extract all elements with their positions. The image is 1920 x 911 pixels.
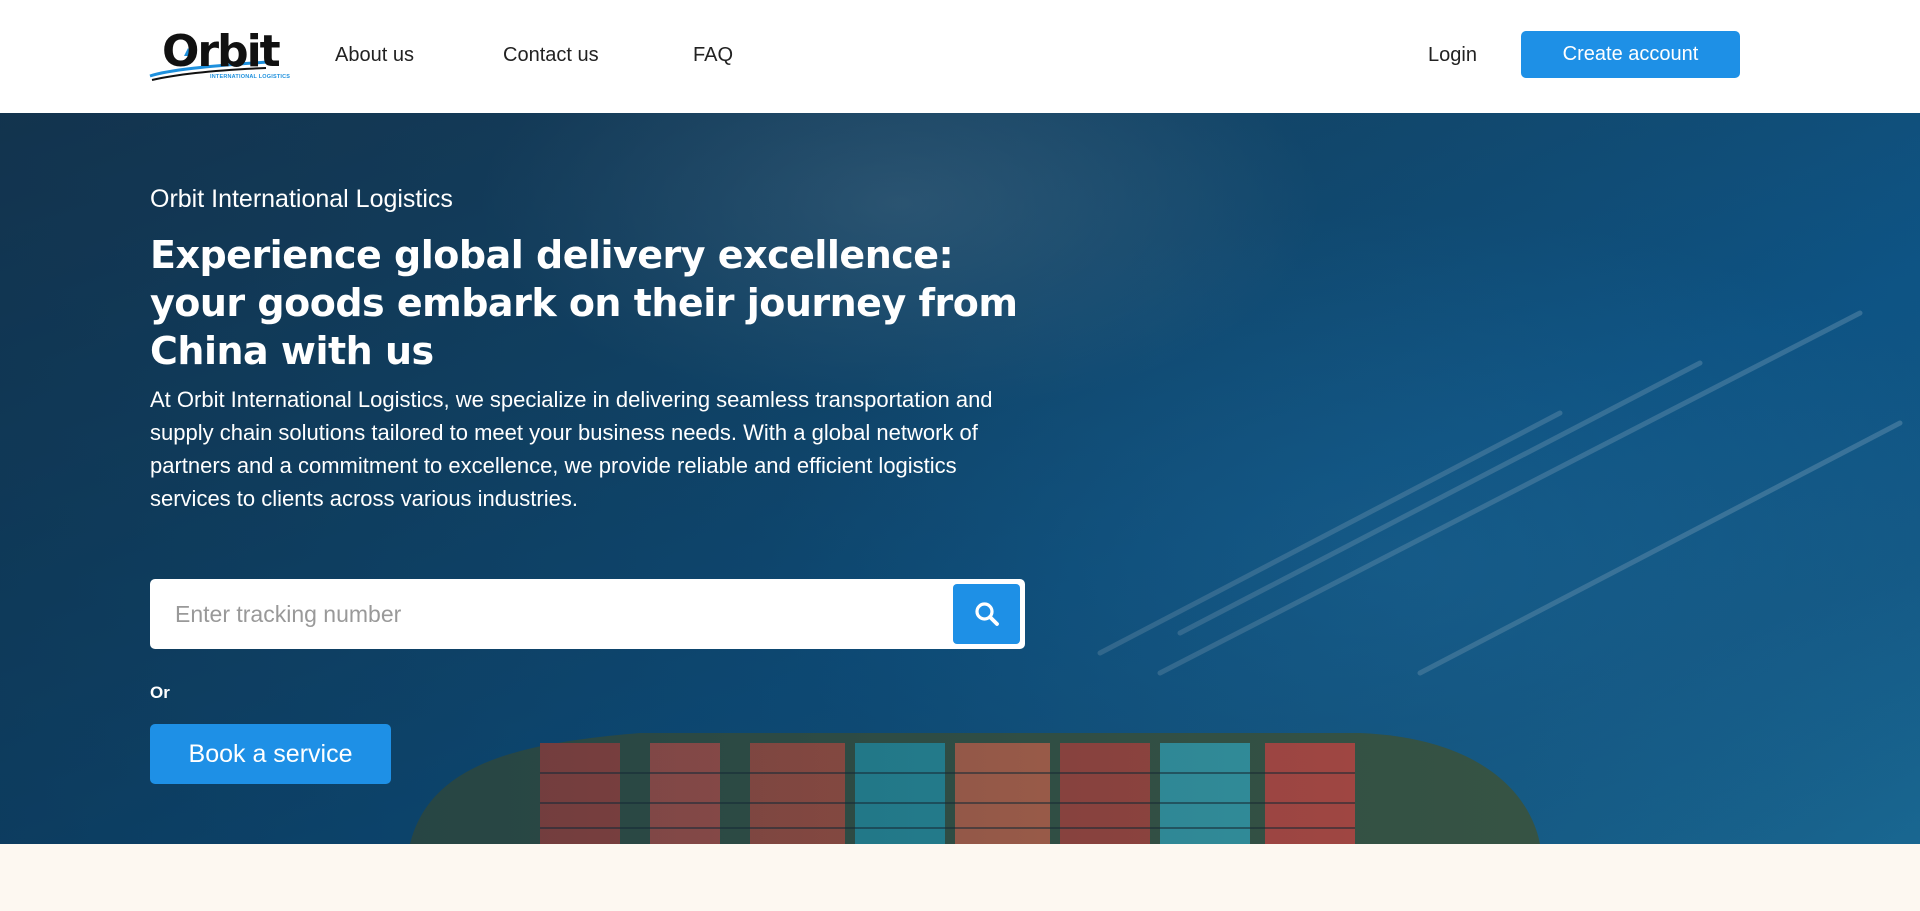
- hero-eyebrow: Orbit International Logistics: [150, 185, 453, 213]
- tracking-number-input[interactable]: [150, 579, 940, 649]
- search-icon: [974, 602, 999, 626]
- next-section-band: [0, 844, 1920, 911]
- nav-contact-us[interactable]: Contact us: [503, 42, 599, 68]
- tracking-search-button[interactable]: [953, 584, 1020, 644]
- or-separator: Or: [150, 683, 170, 702]
- nav-about-us[interactable]: About us: [335, 42, 414, 68]
- site-header: Orbit INTERNATIONAL LOGISTICS About us C…: [0, 0, 1920, 113]
- login-link[interactable]: Login: [1428, 42, 1477, 68]
- hero-section: Orbit International Logistics Experience…: [0, 113, 1920, 844]
- create-account-button[interactable]: Create account: [1521, 31, 1740, 78]
- nav-faq[interactable]: FAQ: [693, 42, 733, 68]
- book-service-button[interactable]: Book a service: [150, 724, 391, 784]
- tracking-search: [150, 579, 1025, 649]
- site-logo[interactable]: Orbit INTERNATIONAL LOGISTICS: [148, 26, 290, 84]
- hero-intro: At Orbit International Logistics, we spe…: [150, 387, 993, 511]
- logo-subtext: INTERNATIONAL LOGISTICS: [210, 74, 291, 80]
- hero-headline: Experience global delivery excellence: y…: [150, 233, 1018, 373]
- logo-wordmark: Orbit: [162, 26, 281, 77]
